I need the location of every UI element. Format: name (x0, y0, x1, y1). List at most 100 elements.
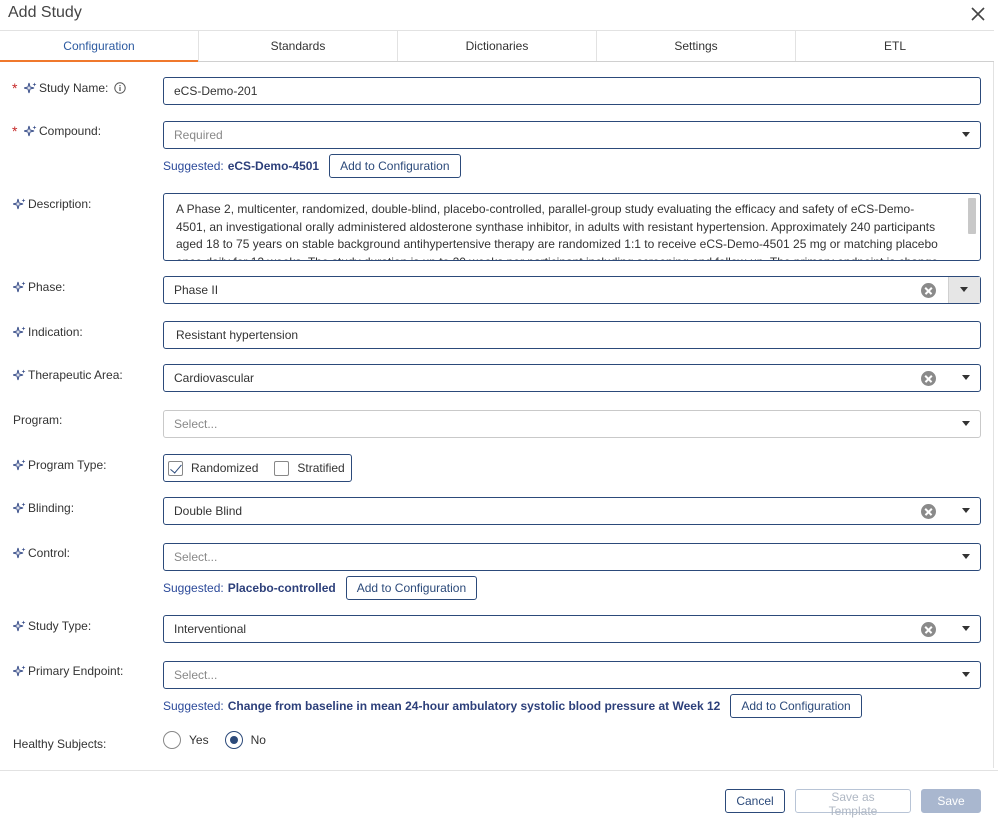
primary-endpoint-select[interactable]: Select... (163, 661, 981, 689)
phase-select[interactable]: Phase II (163, 276, 981, 304)
study-type-select[interactable]: Interventional (163, 615, 981, 643)
chevron-down-icon (960, 287, 968, 292)
no-option[interactable]: No (224, 731, 266, 749)
sparkle-icon (13, 326, 26, 339)
dropdown-toggle[interactable] (948, 277, 980, 303)
sparkle-icon (13, 198, 26, 211)
save-button[interactable]: Save (921, 789, 981, 813)
indication-input[interactable]: Resistant hypertension (163, 321, 981, 349)
clear-icon[interactable] (921, 622, 936, 637)
no-radio[interactable] (224, 731, 243, 749)
randomized-checkbox[interactable] (168, 460, 183, 476)
healthy-subjects-label-text: Healthy Subjects: (13, 737, 107, 751)
suggested-value: Placebo-controlled (227, 581, 336, 595)
sparkle-icon (13, 459, 26, 472)
compound-label-text: Compound: (39, 124, 102, 138)
phase-label-text: Phase: (28, 280, 66, 294)
cancel-button[interactable]: Cancel (725, 789, 785, 813)
tab-bar: Configuration Standards Dictionaries Set… (0, 30, 994, 62)
primary-endpoint-label-text: Primary Endpoint: (28, 664, 124, 678)
chevron-down-icon[interactable] (962, 626, 970, 631)
sparkle-icon (13, 665, 26, 678)
required-marker: * (12, 80, 18, 96)
save-as-template-button[interactable]: Save as Template (795, 789, 911, 818)
stratified-label: Stratified (297, 461, 345, 475)
stratified-checkbox[interactable] (274, 460, 290, 476)
phase-value: Phase II (174, 283, 219, 297)
chevron-down-icon[interactable] (962, 508, 970, 513)
add-primary-endpoint-button[interactable]: Add to Configuration (730, 694, 862, 718)
healthy-subjects-label: Healthy Subjects: (13, 736, 106, 752)
therapeutic-area-label: Therapeutic Area: (13, 367, 123, 383)
chevron-down-icon[interactable] (962, 375, 970, 380)
control-placeholder: Select... (174, 550, 218, 564)
dialog-title: Add Study (8, 4, 82, 21)
indication-label: Indication: (13, 324, 83, 340)
indication-label-text: Indication: (28, 325, 83, 339)
sparkle-icon (13, 502, 26, 515)
tab-settings[interactable]: Settings (597, 31, 796, 61)
description-textarea[interactable]: A Phase 2, multicenter, randomized, doub… (163, 193, 981, 261)
study-type-value: Interventional (174, 622, 247, 636)
program-select[interactable]: Select... (163, 410, 981, 438)
description-label-text: Description: (28, 197, 92, 211)
healthy-subjects-radios: Yes No (163, 731, 282, 749)
program-type-checkboxes: Randomized Stratified (163, 454, 352, 482)
blinding-label: Blinding: (13, 500, 74, 516)
indication-value: Resistant hypertension (176, 328, 299, 342)
required-marker: * (12, 123, 18, 139)
suggested-value: Change from baseline in mean 24-hour amb… (227, 699, 721, 713)
clear-icon[interactable] (921, 504, 936, 519)
add-compound-button[interactable]: Add to Configuration (329, 154, 461, 178)
suggested-label: Suggested: (163, 581, 224, 595)
blinding-select[interactable]: Double Blind (163, 497, 981, 525)
yes-label: Yes (189, 733, 209, 747)
description-value: A Phase 2, multicenter, randomized, doub… (176, 202, 938, 260)
sparkle-icon (13, 281, 26, 294)
blinding-value: Double Blind (174, 504, 243, 518)
primary-endpoint-suggestion: Suggested: Change from baseline in mean … (163, 694, 862, 718)
study-name-input[interactable]: eCS-Demo-201 (163, 77, 981, 105)
clear-icon[interactable] (921, 371, 936, 386)
info-icon[interactable] (114, 82, 127, 94)
dialog-footer: Cancel Save as Template Save (0, 770, 998, 826)
study-type-label-text: Study Type: (28, 619, 92, 633)
blinding-label-text: Blinding: (28, 501, 75, 515)
yes-radio[interactable] (163, 731, 181, 749)
tab-standards[interactable]: Standards (199, 31, 398, 61)
chevron-down-icon[interactable] (962, 421, 970, 426)
add-control-button[interactable]: Add to Configuration (345, 576, 478, 600)
suggested-value: eCS-Demo-4501 (227, 159, 320, 173)
chevron-down-icon[interactable] (962, 672, 970, 677)
tab-configuration[interactable]: Configuration (0, 31, 199, 62)
clear-icon[interactable] (921, 283, 936, 298)
phase-label: Phase: (13, 279, 65, 295)
program-type-label: Program Type: (13, 457, 106, 473)
compound-suggestion: Suggested: eCS-Demo-4501 Add to Configur… (163, 154, 461, 178)
study-name-label: * Study Name: (12, 80, 127, 96)
program-label-text: Program: (13, 413, 63, 427)
tab-dictionaries[interactable]: Dictionaries (398, 31, 597, 61)
sparkle-icon (13, 547, 26, 560)
therapeutic-area-select[interactable]: Cardiovascular (163, 364, 981, 392)
chevron-down-icon[interactable] (962, 132, 970, 137)
scrollbar-thumb[interactable] (968, 198, 976, 234)
compound-select[interactable]: Required (163, 121, 981, 149)
sparkle-icon (13, 620, 26, 633)
yes-option[interactable]: Yes (163, 731, 209, 749)
chevron-down-icon[interactable] (962, 554, 970, 559)
control-label: Control: (13, 545, 70, 561)
dialog-header: Add Study (0, 0, 998, 30)
stratified-option[interactable]: Stratified (274, 460, 345, 476)
randomized-option[interactable]: Randomized (168, 460, 258, 476)
program-placeholder: Select... (174, 417, 218, 431)
sparkle-icon (24, 82, 37, 95)
sparkle-icon (13, 369, 26, 382)
primary-endpoint-label: Primary Endpoint: (13, 663, 123, 679)
compound-placeholder: Required (174, 128, 223, 142)
close-icon[interactable] (970, 6, 986, 22)
study-name-value: eCS-Demo-201 (174, 84, 258, 98)
control-select[interactable]: Select... (163, 543, 981, 571)
tab-etl[interactable]: ETL (796, 31, 994, 61)
suggested-label: Suggested: (163, 159, 224, 173)
